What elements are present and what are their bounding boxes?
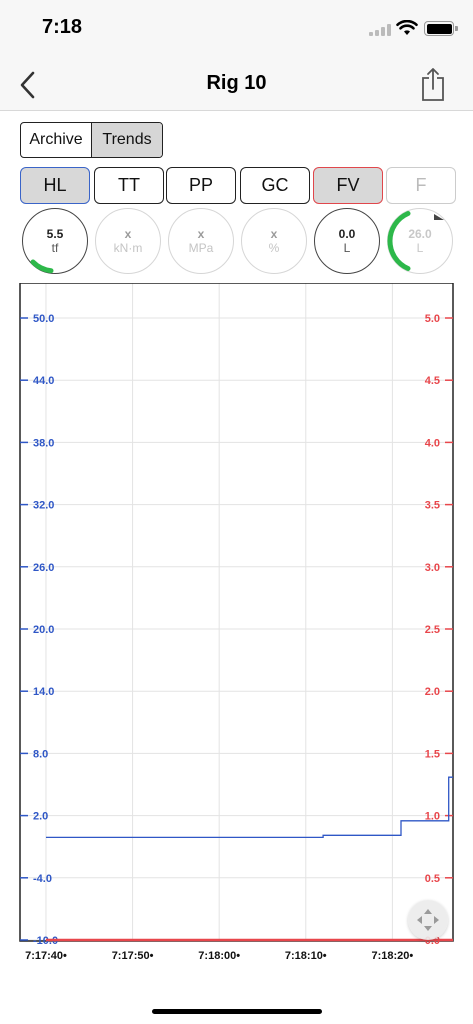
x-axis-tick-label: 7:18:00• [198,950,240,962]
left-axis-tick-label: 8.0 [33,748,48,760]
right-axis-tick-label: 1.5 [425,748,440,760]
left-axis-tick-label: 14.0 [33,686,54,698]
gauge-hookload[interactable]: 5.5 tf [22,208,88,274]
gauge-unit: MPa [188,241,214,255]
navigation-bar: Rig 10 [0,58,473,111]
status-time: 7:18 [42,16,83,38]
gauge-value: x [270,227,278,241]
left-axis-tick-label: 38.0 [33,437,54,449]
right-axis-tick-label: 3.5 [425,500,440,512]
gauge-flow-volume[interactable]: 0.0 L [314,208,380,274]
battery-icon [424,21,458,36]
x-axis-tick-label: 7:17:50• [112,950,154,962]
gauge-value: x [124,227,132,241]
gauge-pressure[interactable]: x MPa [168,208,234,274]
tab-fv[interactable]: FV [313,167,383,204]
gauge-torque[interactable]: x kN·m [95,208,161,274]
move-arrows-icon [417,909,439,931]
share-icon[interactable] [420,66,446,102]
left-axis-tick-label: 50.0 [33,313,54,325]
right-axis-tick-label: 4.5 [425,375,440,387]
view-segmented-control: Archive Trends [20,122,163,158]
x-axis-tick-label: 7:17:40• [25,950,67,962]
parameter-tabs: HL TT PP GC FV F [20,167,473,205]
x-axis-tick-label: 7:18:20• [371,950,413,962]
right-axis-tick-label: 0.5 [425,873,440,885]
gauge-arc-icon [30,259,54,274]
left-axis-tick-label: 20.0 [33,624,54,636]
x-axis-tick-label: 7:18:10• [285,950,327,962]
right-axis-tick-label: 5.0 [425,313,440,325]
tab-tt[interactable]: TT [94,167,164,204]
gauge-gas[interactable]: x % [241,208,307,274]
gauge-arc-icon [387,211,444,271]
left-axis-tick-label: 2.0 [33,811,48,823]
segment-archive[interactable]: Archive [21,123,91,157]
right-axis-tick-label: 2.5 [425,624,440,636]
pan-zoom-button[interactable] [408,900,448,940]
tab-f[interactable]: F [386,167,456,204]
tab-hl[interactable]: HL [20,167,90,204]
page-title: Rig 10 [206,72,267,94]
left-axis-tick-label: 44.0 [33,375,54,387]
gauge-unit: % [268,241,280,255]
tab-pp[interactable]: PP [166,167,236,204]
left-axis-tick-label: 32.0 [33,500,54,512]
cellular-signal-icon [369,24,391,36]
home-indicator [152,1009,322,1014]
right-axis-tick-label: 3.0 [425,562,440,574]
trend-chart-svg: 50.044.038.032.026.020.014.08.02.0-4.0-1… [19,282,454,962]
wifi-icon [396,20,418,35]
gauge-value: x [197,227,205,241]
gauge-value: 0.0 [338,227,356,241]
segment-trends[interactable]: Trends [91,123,162,157]
right-axis-tick-label: 2.0 [425,686,440,698]
plot-frame [19,282,454,942]
gauge-unit: L [343,241,351,255]
gauge-flow[interactable]: 26.0 L [387,208,453,274]
gauge-row: 5.5 tf x kN·m x MPa x % 0.0 L 26.0 L [20,208,473,276]
right-axis-tick-label: 4.0 [425,437,440,449]
left-axis-tick-label: -4.0 [33,873,52,885]
tab-gc[interactable]: GC [240,167,310,204]
left-axis-tick-label: 26.0 [33,562,54,574]
gauge-unit: kN·m [113,241,143,255]
status-bar: 7:18 [0,0,473,58]
trend-chart[interactable]: 50.0 44.0 38.0 32.0 26.0 20.0 14.0 8.0 2.0 -4.0 -1… [0,282,473,973]
